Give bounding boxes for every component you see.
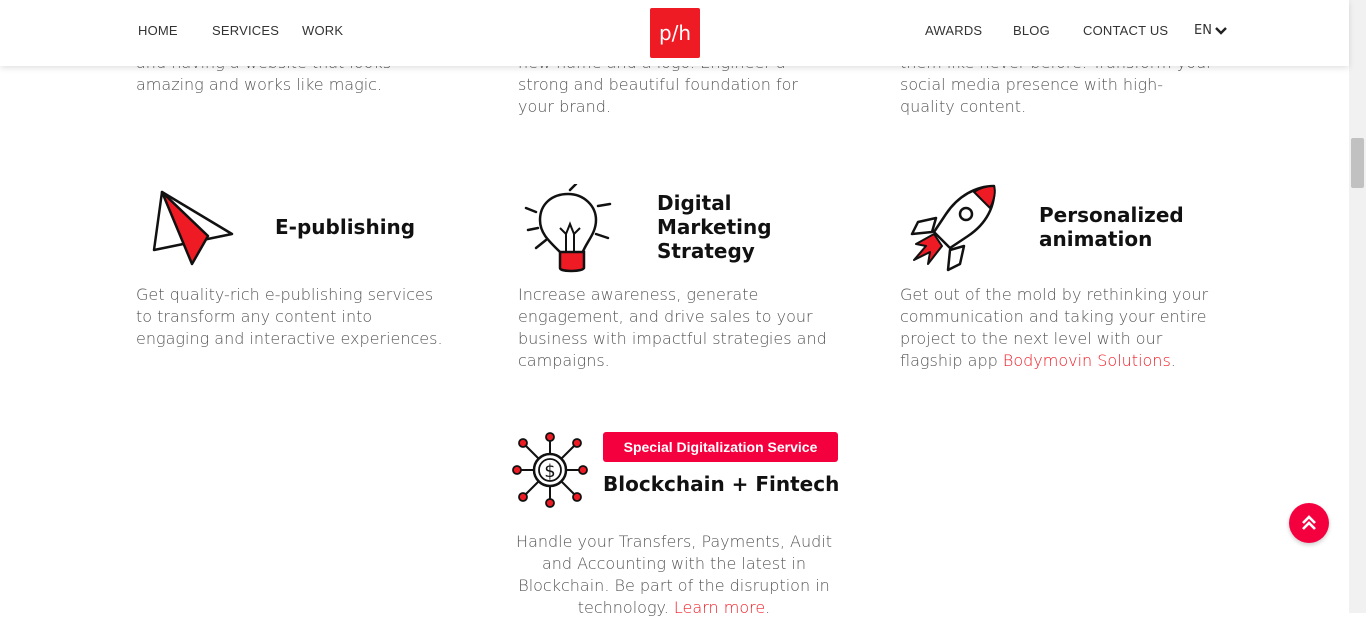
blockchain-dollar-icon: $ bbox=[512, 432, 588, 508]
svg-text:$: $ bbox=[544, 461, 555, 482]
chevron-down-icon bbox=[1215, 26, 1227, 35]
marketing-title-line2: Marketing bbox=[657, 215, 772, 239]
blockchain-desc: Handle your Transfers, Payments, Audit a… bbox=[504, 531, 844, 619]
web-design-desc-line2: amazing and works like magic. bbox=[136, 75, 383, 94]
animation-desc-line2: communication and taking your entire bbox=[900, 307, 1207, 326]
marketing-desc-line3: business with impactful strategies and bbox=[518, 329, 827, 348]
marketing-desc-line1: Increase awareness, generate bbox=[518, 285, 759, 304]
animation-title-line1: Personalized bbox=[1039, 203, 1184, 227]
social-desc-line3: quality content. bbox=[900, 97, 1027, 116]
epublishing-desc-line2: to transform any content into bbox=[136, 307, 373, 326]
site-header: HOME SERVICES WORK p/h AWARDS BLOG CONTA… bbox=[0, 0, 1349, 66]
nav-blog[interactable]: BLOG bbox=[1013, 23, 1050, 38]
blockchain-desc-suffix: . bbox=[765, 598, 771, 617]
special-service-badge: Special Digitalization Service bbox=[603, 432, 838, 462]
double-chevron-up-icon bbox=[1302, 515, 1316, 530]
epublishing-desc-line3: engaging and interactive experiences. bbox=[136, 329, 443, 348]
blockchain-desc-line3: Blockchain. Be part of the disruption in bbox=[518, 576, 830, 595]
branding-desc-line2: strong and beautiful foundation for bbox=[518, 75, 799, 94]
marketing-title-line1: Digital bbox=[657, 191, 732, 215]
language-selector[interactable]: EN bbox=[1194, 23, 1227, 38]
nav-contact[interactable]: CONTACT US bbox=[1083, 23, 1168, 38]
blockchain-desc-prefix: technology. bbox=[577, 598, 674, 617]
language-label: EN bbox=[1194, 23, 1212, 38]
animation-desc-suffix: . bbox=[1170, 351, 1176, 370]
nav-home[interactable]: HOME bbox=[138, 23, 178, 38]
nav-services[interactable]: SERVICES bbox=[212, 23, 279, 38]
back-to-top-button[interactable] bbox=[1289, 503, 1329, 543]
nav-work[interactable]: WORK bbox=[302, 23, 343, 38]
learn-more-link[interactable]: Learn more bbox=[674, 598, 765, 617]
marketing-title-line3: Strategy bbox=[657, 239, 755, 263]
marketing-desc-line4: campaigns. bbox=[518, 351, 610, 370]
bodymovin-solutions-link[interactable]: Bodymovin Solutions bbox=[1003, 351, 1171, 370]
epublishing-title: E-publishing bbox=[275, 215, 416, 239]
lightbulb-icon bbox=[524, 184, 612, 273]
rocket-icon bbox=[910, 184, 996, 272]
nav-awards[interactable]: AWARDS bbox=[925, 23, 982, 38]
branding-desc-line3: your brand. bbox=[518, 97, 611, 116]
animation-desc-prefix: flagship app bbox=[900, 351, 1003, 370]
animation-title-line2: animation bbox=[1039, 227, 1153, 251]
blockchain-title: Blockchain + Fintech bbox=[603, 472, 840, 496]
epublishing-desc-line1: Get quality-rich e-publishing services bbox=[136, 285, 434, 304]
site-logo[interactable]: p/h bbox=[650, 8, 700, 58]
social-desc-line2: social media presence with high- bbox=[900, 75, 1164, 94]
scrollbar-track[interactable] bbox=[1349, 0, 1366, 613]
blockchain-desc-line2: and Accounting with the latest in bbox=[541, 554, 807, 573]
scrollbar-thumb[interactable] bbox=[1351, 138, 1364, 188]
blockchain-desc-line4: technology. Learn more. bbox=[504, 597, 844, 619]
blockchain-desc-line1: Handle your Transfers, Payments, Audit bbox=[516, 532, 832, 551]
paper-plane-icon bbox=[152, 190, 234, 266]
animation-desc-line1: Get out of the mold by rethinking your bbox=[900, 285, 1209, 304]
animation-desc-line3: project to the next level with our bbox=[900, 329, 1163, 348]
logo-text: p/h bbox=[658, 21, 692, 45]
marketing-desc-line2: engagement, and drive sales to your bbox=[518, 307, 813, 326]
animation-desc-line4: flagship app Bodymovin Solutions. bbox=[900, 350, 1176, 372]
